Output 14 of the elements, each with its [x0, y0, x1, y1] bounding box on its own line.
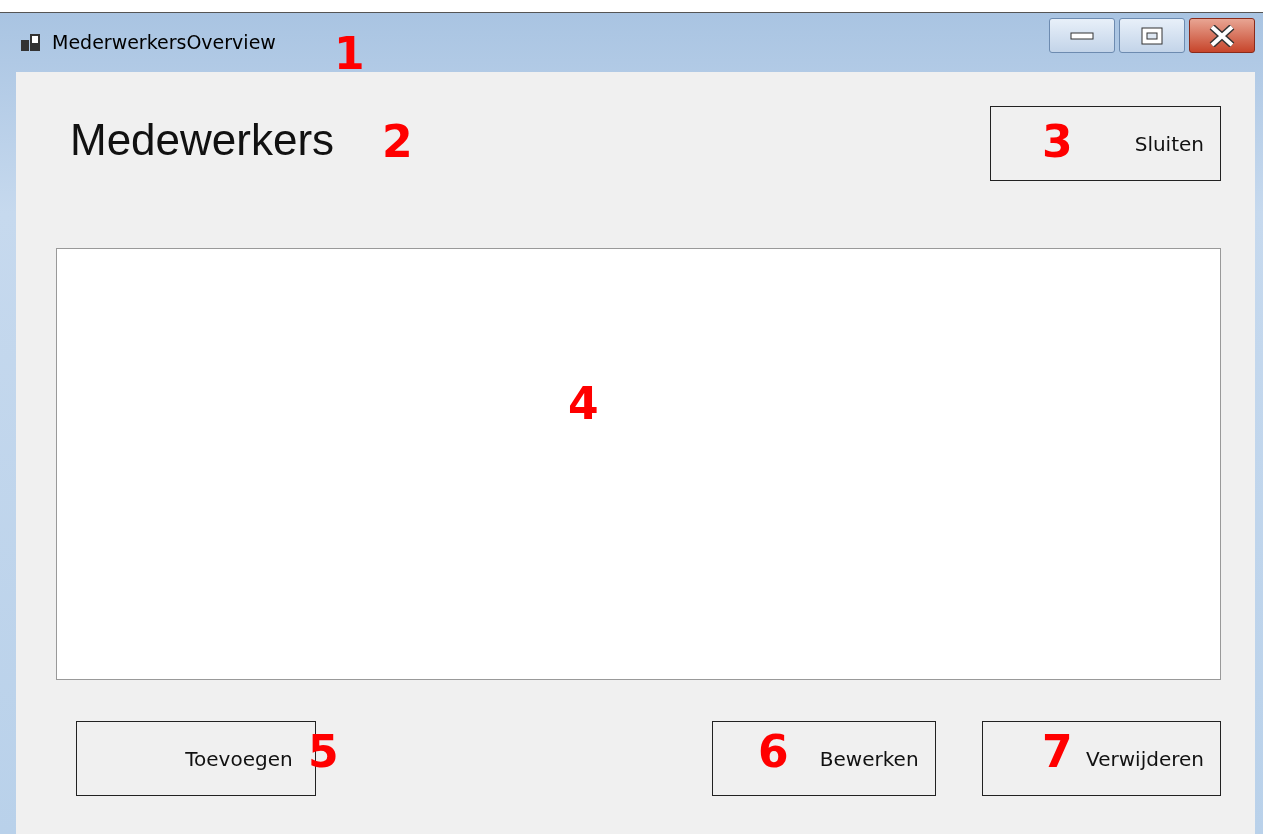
window-title: MederwerkersOverview [52, 30, 276, 56]
minimize-icon [1070, 31, 1094, 40]
close-button[interactable] [1189, 18, 1255, 53]
maximize-icon [1141, 26, 1163, 45]
page-heading: Medewerkers [70, 118, 335, 166]
annotation-number: 6 [758, 730, 789, 774]
app-icon [20, 31, 42, 54]
annotation-number: 2 [382, 120, 413, 164]
annotation-number: 7 [1042, 730, 1073, 774]
close-icon [1209, 24, 1235, 47]
annotation-number: 1 [334, 32, 365, 76]
annotation-number: 4 [568, 382, 599, 426]
minimize-button[interactable] [1049, 18, 1115, 53]
annotation-number: 3 [1042, 120, 1073, 164]
